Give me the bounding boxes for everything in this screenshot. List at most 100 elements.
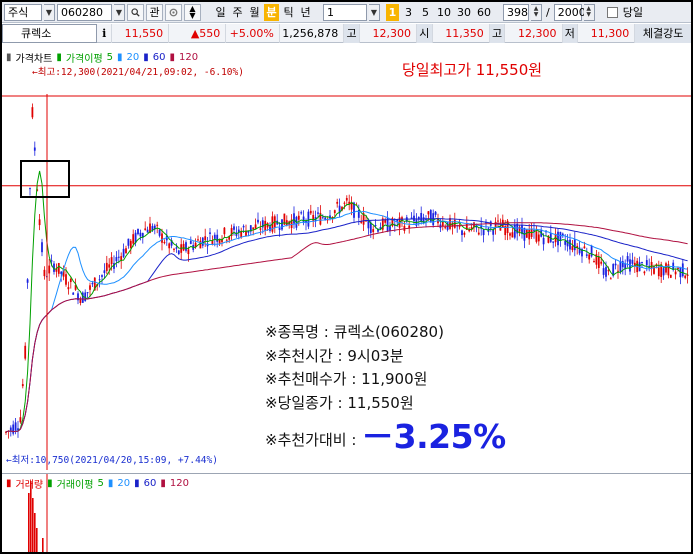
interval-60-button[interactable]: 60 (475, 4, 493, 21)
candle-body (631, 259, 634, 264)
candle-body (189, 240, 192, 244)
period-year[interactable]: 년 (298, 4, 313, 21)
candle-body (458, 226, 461, 228)
candle-body (29, 188, 31, 190)
interval-10-button[interactable]: 10 (435, 4, 453, 21)
candle-body (158, 229, 161, 236)
period-week[interactable]: 주 (230, 4, 245, 21)
candle-body (65, 274, 67, 285)
candle-body (281, 219, 283, 230)
code-input[interactable]: 060280 (57, 3, 112, 21)
stepper-icon[interactable]: ▲ ▼ (583, 3, 595, 21)
chevron-down-icon[interactable]: ▼ (44, 3, 55, 21)
interval-input[interactable]: 1 (323, 3, 367, 21)
today-label: 당일 (622, 6, 643, 19)
legend-marker-icon: ▮ (107, 478, 114, 489)
legend-marker-icon: ▮ (6, 52, 12, 63)
info-icon[interactable]: i (97, 23, 113, 43)
legend-ma-120: 120 (179, 52, 199, 63)
candle-body (643, 271, 646, 274)
candle-body (252, 227, 255, 230)
search-icon[interactable] (127, 3, 144, 21)
chevron-down-icon[interactable]: ▼ (369, 3, 380, 21)
candle-body (420, 212, 423, 222)
market-select[interactable]: 주식 (4, 3, 42, 21)
min-price-label: ←최저:10,750(2021/04/20,15:09, +7.44%) (6, 455, 218, 466)
candle-body (233, 226, 235, 230)
updown-icon[interactable]: ▲ ▼ (184, 3, 201, 21)
period-label: 일 (215, 6, 226, 19)
candle-body (108, 264, 111, 268)
period-month[interactable]: 월 (247, 4, 262, 21)
candle-body (293, 213, 295, 224)
recommendation-box: ※종목명 : 큐렉소(060280) ※추천시간 : 9시03분 ※추천매수가 … (265, 321, 506, 455)
candle-body (593, 261, 595, 263)
candle-body (19, 417, 22, 423)
candle-body (72, 292, 75, 295)
candle-body (372, 229, 375, 233)
candle-body (12, 424, 15, 434)
candle-body (254, 224, 257, 229)
period-tick[interactable]: 틱 (281, 4, 296, 21)
interval-1-button[interactable]: 1 (386, 3, 399, 21)
interval-3-button[interactable]: 3 (401, 4, 416, 21)
period-label: 틱 (283, 6, 294, 19)
stepper-icon[interactable]: ▲ ▼ (531, 3, 542, 21)
high2-value: 12,300 (518, 26, 557, 40)
legend-marker-icon: ▮ (47, 478, 53, 489)
legend-marker-icon: ▮ (117, 52, 123, 63)
candle-body (626, 256, 629, 262)
today-checkbox[interactable] (606, 6, 618, 18)
total-value: 2000 (557, 5, 586, 19)
quote-bar: 큐렉소 i 11,550 ▲550 +5.00% 1,256,878 고 12,… (2, 23, 691, 43)
period-day[interactable]: 일 (213, 4, 228, 21)
interval-label: 1 (388, 5, 397, 19)
legend-ma-5: 5 (106, 52, 114, 63)
candle-body (566, 240, 569, 247)
candle-body (662, 268, 665, 276)
candle-body (48, 265, 51, 274)
candle-body (333, 210, 336, 214)
candle-body (139, 232, 142, 237)
price-chart-panel: ▮ 가격차트 ▮ 가격이평 5 ▮ 20 ▮ 60 ▮ 120 ←최고:12,300(… (2, 44, 691, 470)
candle-body (187, 249, 190, 255)
candle-body (209, 232, 211, 234)
candle-body (650, 261, 653, 268)
low-label: 저 (562, 23, 579, 43)
candle-body (494, 221, 497, 228)
legend-ma-60: 60 (143, 478, 157, 489)
candle-body (542, 237, 545, 245)
candle-body (24, 345, 27, 359)
candle-body (259, 228, 262, 230)
legend-marker-icon: ▮ (56, 52, 62, 63)
candle-body (14, 422, 17, 431)
low-price: 11,300 (578, 23, 636, 43)
legend-title: 거래량 (15, 480, 44, 491)
candle-body (600, 261, 603, 264)
count-input[interactable]: 398 (503, 3, 529, 21)
ratio-value: －3.25% (361, 417, 506, 456)
candle-body (535, 231, 538, 242)
stock-name-field[interactable]: 큐렉소 (2, 23, 98, 43)
candle-body (645, 260, 648, 266)
candle-body (657, 267, 660, 277)
legend-marker-icon: ▮ (134, 478, 140, 489)
interval-5-button[interactable]: 5 (418, 4, 433, 21)
high2-label: 고 (489, 23, 506, 43)
candle-body (132, 234, 135, 244)
info-glyph: i (102, 26, 107, 40)
toolbar: 주식 ▼ 060280 ▼ 관 ▲ ▼ 일 주 월 분 틱 년 1 ▼ 1 3 5… (2, 2, 691, 23)
interval-30-button[interactable]: 30 (455, 4, 473, 21)
candle-body (21, 384, 24, 387)
candle-body (225, 239, 228, 241)
settings-icon[interactable] (165, 3, 182, 21)
volume: 1,256,878 (280, 23, 345, 43)
candle-body (125, 248, 127, 254)
chevron-down-icon[interactable]: ▼ (114, 3, 125, 21)
period-minute[interactable]: 분 (264, 3, 279, 21)
stock-name: 큐렉소 (21, 27, 52, 40)
legend-marker-icon: ▮ (169, 52, 176, 63)
low-value: 11,300 (590, 26, 630, 40)
candle-body (278, 228, 281, 230)
favorite-button[interactable]: 관 (146, 3, 163, 21)
